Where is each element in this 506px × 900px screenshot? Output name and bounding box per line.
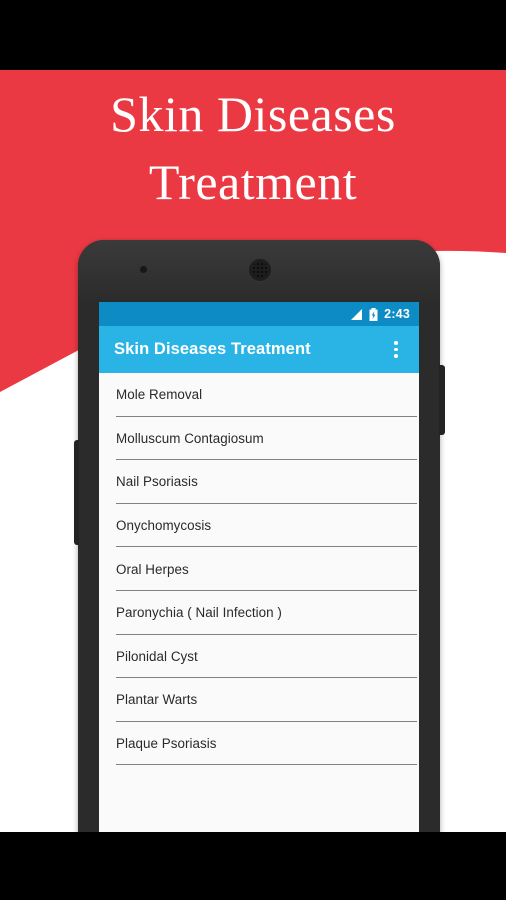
- status-bar-time: 2:43: [384, 307, 410, 321]
- list-item[interactable]: Plaque Psoriasis: [99, 721, 419, 766]
- list-item-label: Mole Removal: [116, 387, 203, 403]
- list-item-label: Molluscum Contagiosum: [116, 430, 264, 446]
- list-item[interactable]: Onychomycosis: [99, 503, 419, 548]
- list-item-label: Plaque Psoriasis: [116, 736, 217, 752]
- letterbox-bottom: [0, 832, 506, 900]
- overflow-menu-icon[interactable]: [385, 335, 407, 365]
- screenshot-stage: Skin Diseases Treatment 2:43 Skin Diseas…: [0, 0, 506, 900]
- power-button[interactable]: [439, 365, 445, 435]
- volume-button[interactable]: [74, 440, 79, 545]
- list-item[interactable]: Plantar Warts: [99, 678, 419, 722]
- disease-list[interactable]: Mole Removal Molluscum Contagiosum Nail Ps…: [99, 373, 419, 832]
- earpiece-speaker-icon: [248, 258, 272, 282]
- list-item-label: Onychomycosis: [116, 518, 212, 534]
- list-item-label: Pilonidal Cyst: [116, 648, 198, 664]
- list-item-label: Plantar Warts: [116, 692, 198, 708]
- promo-canvas: Skin Diseases Treatment 2:43 Skin Diseas…: [0, 70, 506, 832]
- list-item[interactable]: Nail Psoriasis: [99, 460, 419, 504]
- status-bar-icons: 2:43: [350, 307, 410, 321]
- list-item-label: Oral Herpes: [116, 561, 189, 577]
- signal-icon: [351, 308, 363, 320]
- list-item[interactable]: Pilonidal Cyst: [99, 634, 419, 679]
- list-item[interactable]: Molluscum Contagiosum: [99, 416, 419, 461]
- list-item[interactable]: Paronychia ( Nail Infection ): [99, 590, 419, 635]
- phone-screen: 2:43 Skin Diseases Treatment Mole Remova…: [99, 302, 419, 832]
- list-item-label: Nail Psoriasis: [116, 474, 198, 490]
- list-item[interactable]: Mole Removal: [99, 373, 419, 417]
- list-item[interactable]: Oral Herpes: [99, 547, 419, 591]
- letterbox-top: [0, 0, 506, 70]
- app-bar-title: Skin Diseases Treatment: [114, 340, 311, 358]
- overflow-dot-1: [394, 341, 398, 345]
- phone-mockup: 2:43 Skin Diseases Treatment Mole Remova…: [74, 240, 445, 832]
- overflow-dot-2: [394, 347, 398, 352]
- phone-top-bezel: [78, 240, 440, 302]
- battery-charging-icon: [369, 307, 378, 321]
- front-camera-icon: [140, 266, 147, 273]
- list-item-label: Paronychia ( Nail Infection ): [116, 605, 282, 621]
- app-bar: Skin Diseases Treatment: [99, 326, 419, 373]
- overflow-dot-3: [394, 354, 398, 358]
- status-bar: 2:43: [99, 302, 419, 326]
